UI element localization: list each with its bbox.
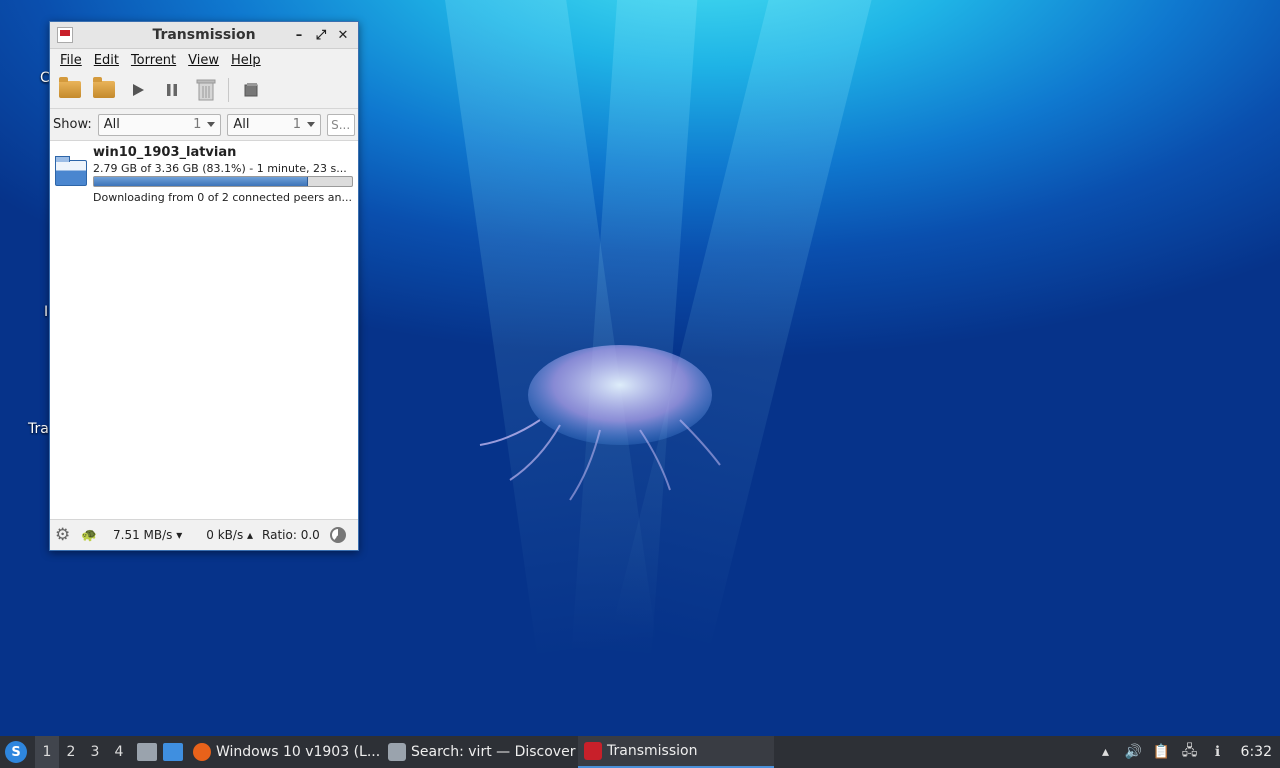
firefox-icon [193,743,211,761]
task-label: Search: virt — Discover [411,744,576,760]
open-folder-icon [93,77,115,98]
task-label: Transmission [607,743,698,759]
folder-icon [55,156,87,186]
category-filter-select[interactable]: All 1 [97,113,222,136]
start-menu-icon[interactable]: S [5,741,27,763]
tracker-filter-value: All [233,117,250,132]
menu-view[interactable]: View [182,53,225,68]
upload-speed[interactable]: 0 kB/s ▴ [206,528,253,542]
gear-icon[interactable]: ⚙ [55,525,75,545]
tracker-filter-count: 1 [292,117,302,132]
close-button[interactable]: ✕ [334,26,352,44]
ratio-icon[interactable] [329,527,346,543]
clock[interactable]: 6:32 [1241,744,1272,760]
workspace-3[interactable]: 3 [83,736,107,768]
minimize-button[interactable]: – [290,26,308,44]
toolbar-separator [228,77,229,102]
torrent-status: Downloading from 0 of 2 connected peers … [93,191,352,204]
pause-button[interactable] [158,76,186,104]
desktop-icon[interactable] [163,743,183,761]
torrent-row[interactable]: win10_1903_latvian 2.79 GB of 3.36 GB (8… [50,141,358,207]
torrent-progress-text: 2.79 GB of 3.36 GB (83.1%) - 1 minute, 2… [93,162,347,175]
turtle-icon[interactable]: 🐢 [81,528,99,543]
ratio-text[interactable]: Ratio: 0.0 [262,528,320,542]
workspace-2[interactable]: 2 [59,736,83,768]
title-bar[interactable]: Transmission – ⤢ ✕ [50,22,358,49]
chevron-up-icon[interactable]: ▴ [1097,743,1115,761]
chevron-down-icon [207,122,216,127]
pause-icon [167,83,177,96]
file-manager-icon[interactable] [137,743,157,761]
status-bar: ⚙ 🐢 7.51 MB/s ▾ 0 kB/s ▴ Ratio: 0.0 [50,519,358,550]
torrent-progress-fill [94,177,309,186]
desktop-icon-label[interactable]: Tra [28,421,49,437]
menu-file[interactable]: File [54,53,88,68]
properties-icon [244,82,258,96]
open-folder-icon [59,77,81,98]
volume-icon[interactable]: 🔊 [1125,743,1143,761]
task-label: Windows 10 v1903 (L... [216,744,381,760]
search-input[interactable]: S... [327,113,355,136]
discover-icon [388,743,406,761]
menu-bar: File Edit Torrent View Help [50,49,358,71]
tracker-filter-select[interactable]: All 1 [227,113,322,136]
taskbar: S 1 2 3 4 Windows 10 v1903 (L... Search:… [0,736,1280,768]
network-icon[interactable]: 🖧 [1181,743,1199,761]
download-speed[interactable]: 7.51 MB/s ▾ [113,528,182,542]
toolbar [50,71,358,109]
task-discover[interactable]: Search: virt — Discover [382,736,578,768]
torrent-list: win10_1903_latvian 2.79 GB of 3.36 GB (8… [50,141,358,519]
show-label: Show: [53,117,92,132]
jellyfish-image [479,345,721,501]
start-button[interactable] [124,76,152,104]
remove-button[interactable] [192,76,220,104]
transmission-icon [584,742,602,760]
maximize-button[interactable]: ⤢ [312,26,330,44]
system-tray: ▴ 🔊 📋 🖧 ℹ 6:32 [1097,743,1272,761]
workspace-1[interactable]: 1 [35,736,59,768]
torrent-name: win10_1903_latvian [93,145,237,160]
clipboard-icon[interactable]: 📋 [1153,743,1171,761]
category-filter-value: All [103,117,120,132]
desktop-icon-label[interactable]: I [44,304,48,320]
menu-help[interactable]: Help [225,53,267,68]
play-icon [133,83,144,96]
menu-torrent[interactable]: Torrent [125,53,182,68]
transmission-icon[interactable] [57,27,73,43]
task-firefox[interactable]: Windows 10 v1903 (L... [187,736,382,768]
filter-bar: Show: All 1 All 1 S... [50,109,358,141]
task-transmission[interactable]: Transmission [578,736,774,768]
trash-icon [196,79,216,100]
open-torrent-button[interactable] [56,76,84,104]
category-filter-count: 1 [193,117,202,132]
open-url-button[interactable] [90,76,118,104]
properties-button[interactable] [237,76,265,104]
notification-icon[interactable]: ℹ [1209,743,1227,761]
chevron-down-icon [307,122,316,127]
menu-edit[interactable]: Edit [88,53,125,68]
workspace-4[interactable]: 4 [107,736,131,768]
transmission-window: Transmission – ⤢ ✕ File Edit Torrent Vie… [49,21,359,551]
torrent-progress-bar [93,176,353,187]
